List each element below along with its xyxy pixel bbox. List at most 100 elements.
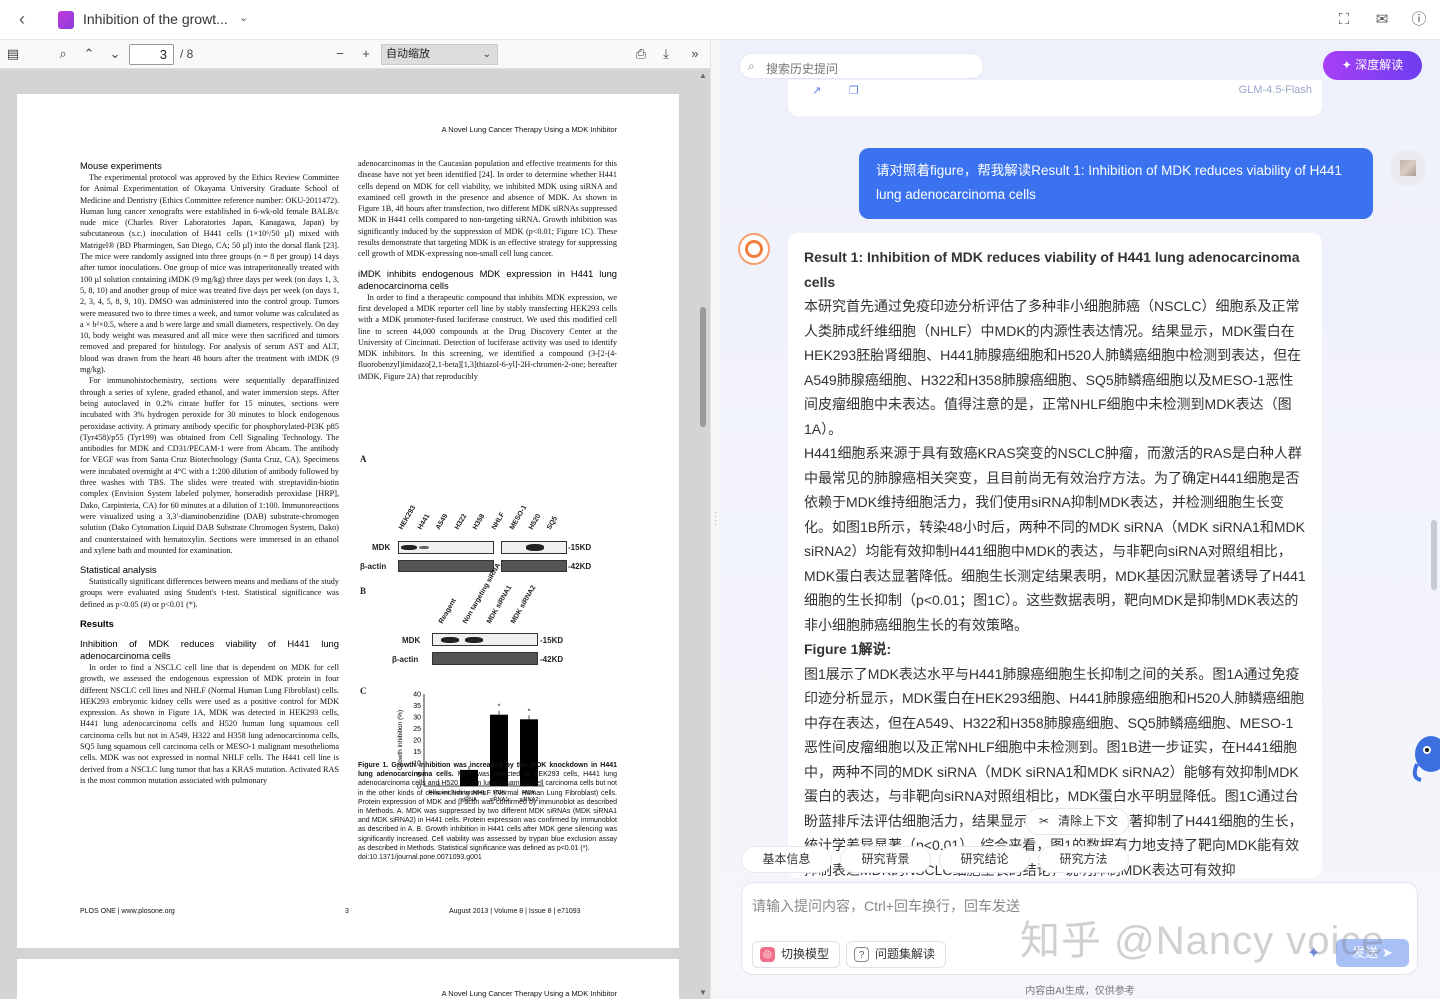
chip-conclusion[interactable]: 研究结论 (939, 846, 1030, 873)
prev-page-icon[interactable]: ⌃ (80, 45, 98, 63)
zoom-in-icon[interactable]: + (357, 45, 375, 63)
share-icon[interactable]: ↗ (812, 84, 821, 97)
fullscreen-icon[interactable]: ⛶ (1334, 10, 1354, 30)
drag-grip-icon: · · · · (714, 507, 717, 529)
y-tick-label: 40 (413, 692, 421, 699)
band (526, 544, 544, 551)
lane-label: Reagent (437, 597, 458, 625)
download-icon[interactable]: ⤓ (657, 45, 675, 63)
mdk-label: MDK (372, 543, 391, 552)
lane-label: H358 (471, 513, 487, 531)
actin-label: β-actin (360, 562, 387, 571)
avatar-image (1400, 160, 1416, 176)
question-set-icon: ? (854, 947, 869, 962)
lane-label: HEK293 (397, 504, 418, 531)
chip-methods[interactable]: 研究方法 (1038, 846, 1129, 873)
document-title[interactable]: Inhibition of the growt... (83, 11, 228, 27)
lane-label: MDK siRNA1 (485, 584, 514, 625)
answer-paragraph: 本研究首先通过免疫印迹分析评估了多种非小细胞肺癌（NSCLC）细胞系及正常人类肺… (804, 298, 1302, 437)
running-head-next: A Novel Lung Cancer Therapy Using a MDK … (441, 989, 617, 998)
significance-star: * (528, 708, 531, 715)
switch-model-label: 切换模型 (781, 947, 830, 961)
zoom-label: 自动缩放 (386, 48, 430, 60)
scroll-thumb[interactable] (700, 307, 706, 427)
page-footer-number: 3 (345, 908, 349, 915)
y-tick-label: 30 (413, 715, 421, 722)
section-heading: Inhibition of MDK reduces viability of H… (80, 637, 339, 661)
search-icon[interactable]: ⌕ (54, 45, 72, 63)
answer-paragraph: H441细胞系来源于具有致癌KRAS突变的NSCLC肿瘤，而激活的RAS是白种人… (804, 445, 1306, 633)
panel-resize-handle[interactable]: · · · · (710, 40, 720, 999)
question-set-button[interactable]: ? 问题集解读 (846, 941, 947, 968)
body-paragraph: The experimental protocol was approved b… (80, 173, 339, 375)
blot-b-mdk (432, 633, 538, 646)
chevron-down-icon[interactable]: ⌄ (239, 11, 248, 24)
band (465, 637, 483, 643)
question-input-placeholder: 请输入提问内容，Ctrl+回车换行，回车发送 (752, 898, 1020, 914)
next-page-icon[interactable]: ⌄ (106, 45, 124, 63)
lane-label: A549 (434, 513, 450, 531)
pdf-page: A Novel Lung Cancer Therapy Using a MDK … (17, 94, 679, 948)
clear-context-label: 清除上下文 (1058, 814, 1119, 828)
lane-label: SQ5 (545, 515, 560, 531)
running-head: A Novel Lung Cancer Therapy Using a MDK … (441, 125, 617, 134)
clear-context-button[interactable]: ✂ 清除上下文 (1025, 808, 1129, 835)
feedback-icon[interactable]: ✉ (1372, 10, 1392, 30)
pdf-viewer[interactable]: A Novel Lung Cancer Therapy Using a MDK … (0, 69, 710, 999)
panel-a-label: A (360, 454, 367, 464)
sidebar-toggle-icon[interactable]: ▤ (4, 45, 22, 63)
back-icon[interactable]: ‹ (12, 9, 32, 29)
answer-scrollbar[interactable] (1431, 520, 1437, 590)
search-icon: ⌕ (748, 59, 755, 73)
scroll-down-icon[interactable]: ▼ (699, 988, 707, 997)
figure-caption: Figure 1. Growth inhibition was increase… (358, 761, 617, 862)
app-top-bar: ‹ Inhibition of the growt... ⌄ ⛶ ✉ ⓘ (0, 0, 1440, 40)
chip-basic-info[interactable]: 基本信息 (741, 846, 832, 873)
user-message: 请对照着figure，帮我解读Result 1: Inhibition of M… (859, 148, 1373, 219)
pdf-toolbar: ▤ ⌕ ⌃ ⌄ − + ⎙ ⤓ » (0, 40, 710, 69)
section-heading: Statistical analysis (80, 564, 157, 576)
switch-model-button[interactable]: ◎ 切换模型 (752, 941, 841, 968)
lane-label: H322 (453, 513, 468, 531)
caption-body: MDK was detected in HEK293 cells, H441 l… (358, 771, 618, 852)
band (401, 545, 417, 550)
page-footer-right: August 2013 | Volume 8 | Issue 8 | e7109… (449, 908, 581, 915)
y-tick-label: 20 (413, 738, 421, 745)
blot-a-actin-right (501, 560, 567, 572)
copy-icon[interactable]: ❐ (849, 84, 859, 97)
print-icon[interactable]: ⎙ (632, 45, 650, 63)
band (441, 637, 459, 643)
assistant-answer: Result 1: Inhibition of MDK reduces viab… (788, 233, 1322, 878)
pdf-scrollbar[interactable]: ▲ ▼ (698, 69, 708, 999)
y-tick-label: 25 (413, 726, 421, 733)
assistant-logo-icon (745, 240, 763, 258)
watermark: 知乎 @Nancy voice (1020, 919, 1385, 963)
zoom-out-icon[interactable]: − (331, 45, 349, 63)
chip-background[interactable]: 研究背景 (840, 846, 931, 873)
document-icon (58, 11, 74, 29)
answer-title: Result 1: Inhibition of MDK reduces viab… (804, 249, 1300, 290)
mascot-icon[interactable] (1407, 730, 1440, 790)
body-paragraph: For immunohistochemistry, sections were … (80, 376, 339, 555)
actin-label-b: β-actin (392, 655, 419, 664)
blot-a-mdk-left (398, 541, 494, 554)
lane-label: H520 (527, 513, 542, 531)
section-heading: Results (80, 617, 114, 629)
scroll-up-icon[interactable]: ▲ (699, 71, 707, 80)
zoom-select[interactable]: 自动缩放 ⌄ (381, 44, 498, 65)
figure-1: A HEK293 H441 A549 H322 H358 NHLF MESO-1 H520 SQ… (358, 446, 617, 803)
deep-read-button[interactable]: ✦ 深度解读 (1323, 51, 1422, 80)
history-search[interactable]: ⌕ 搜索历史提问 (739, 53, 984, 79)
panel-c-label: C (360, 686, 367, 696)
pdf-page-next: A Novel Lung Cancer Therapy Using a MDK … (17, 959, 679, 999)
chevron-down-icon: ⌄ (482, 49, 491, 60)
y-tick-label: 15 (413, 749, 421, 756)
page-footer-left: PLOS ONE | www.plosone.org (80, 908, 175, 915)
page-number-input[interactable]: 3 (129, 44, 174, 65)
deep-read-label: 深度解读 (1355, 58, 1404, 72)
help-icon[interactable]: ⓘ (1409, 10, 1429, 30)
answer-heading: Figure 1解说: (804, 641, 892, 657)
more-tools-icon[interactable]: » (686, 45, 704, 63)
body-paragraph: adenocarcinomas in the Caucasian populat… (358, 159, 617, 259)
lane-label: MDK siRNA2 (509, 584, 538, 625)
